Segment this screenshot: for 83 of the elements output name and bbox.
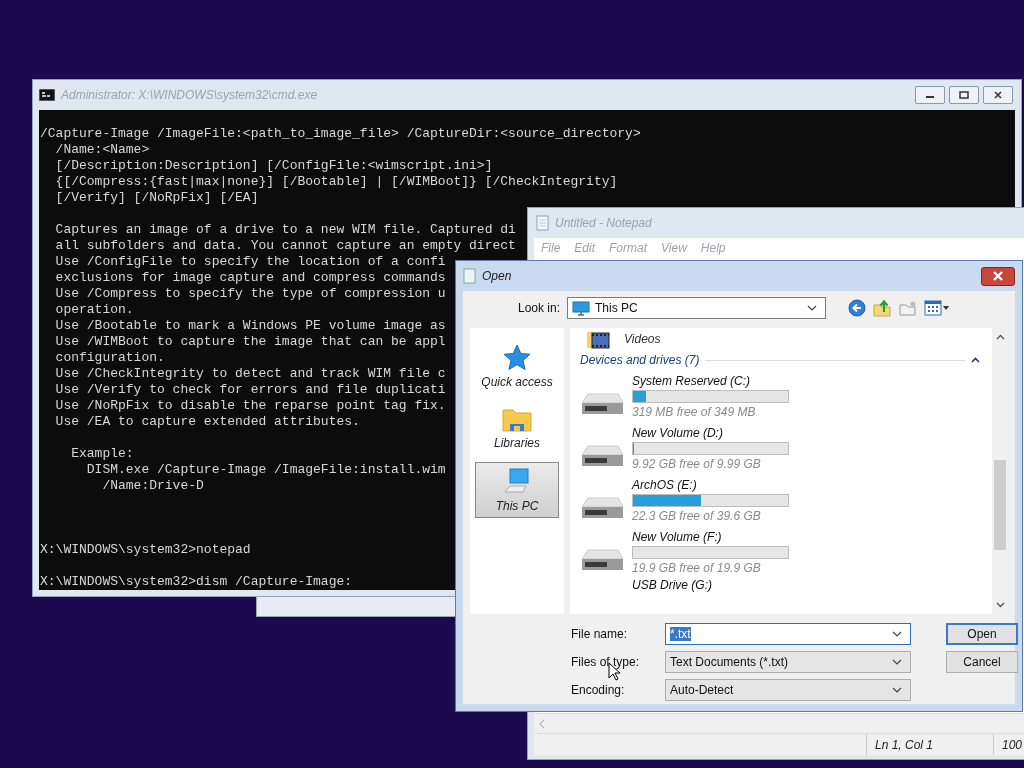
chevron-down-icon xyxy=(807,305,817,311)
field-label: Files of type: xyxy=(571,655,641,669)
place-item[interactable]: This PC xyxy=(475,462,559,518)
field-label: Encoding: xyxy=(571,683,626,697)
window-title: Administrator: X:\WINDOWS\system32\cmd.exe xyxy=(61,88,318,102)
console-text: /Capture-Image /ImageFile:<path_to_image_file> /CaptureDir:<source_directory> xyxy=(40,126,641,142)
console-text: operation. xyxy=(54,302,134,318)
console-text: Use /WIMBoot to capture the image that can be appl xyxy=(54,334,446,350)
look-in-dropdown[interactable]: This PC xyxy=(567,297,826,319)
close-button[interactable] xyxy=(983,86,1013,104)
cursor-position: Ln 1, Col 1 xyxy=(866,734,993,755)
up-folder-icon[interactable] xyxy=(872,299,892,317)
maximize-button[interactable] xyxy=(949,86,979,104)
computer-icon xyxy=(572,300,590,316)
console-text: configuration. xyxy=(54,350,165,366)
scroll-thumb[interactable] xyxy=(994,460,1006,550)
console-text: Use /Compress to specify the type of compression u xyxy=(54,286,446,302)
folder-icon xyxy=(502,406,532,432)
console-text: {[/Compress:{fast|max|none}] [/Bootable] | [/WIMBoot]} [/CheckIntegrity] xyxy=(54,174,618,190)
window-title: Untitled - Notepad xyxy=(555,216,652,230)
field-label: File name: xyxy=(571,627,629,641)
notepad-icon xyxy=(536,215,549,231)
console-text: /Name:<Name> xyxy=(54,142,150,158)
minimize-button[interactable] xyxy=(915,86,945,104)
folder-name[interactable]: Videos xyxy=(624,332,661,346)
drive-icon xyxy=(580,444,624,468)
console-text: Use /NoRpFix to disable the reparse point tag fix. xyxy=(54,398,446,414)
chevron-down-icon xyxy=(892,659,902,665)
drive-icon xyxy=(580,392,624,416)
view-menu-icon[interactable] xyxy=(924,300,950,316)
close-icon xyxy=(992,271,1004,281)
drive-icon xyxy=(580,496,624,520)
chevron-down-icon xyxy=(892,631,902,637)
collapse-icon[interactable] xyxy=(971,357,980,363)
free-space: 22.3 GB free of 39.6 GB xyxy=(632,508,762,523)
console-icon xyxy=(39,89,55,101)
dialog-button[interactable]: Cancel xyxy=(946,651,1018,673)
console-text: exclusions for image capture and compress commands xyxy=(54,270,446,286)
star-icon xyxy=(503,343,531,371)
drive-name[interactable]: New Volume (D:) xyxy=(632,425,789,440)
drive-name[interactable]: New Volume (F:) xyxy=(632,529,789,544)
file-name-field[interactable]: *.txt xyxy=(665,623,911,645)
maximize-icon xyxy=(959,91,969,99)
console-text: Use /EA to capture extended attributes. xyxy=(54,414,360,430)
console-text: Use /Verify to check for errors and file duplicati xyxy=(54,382,446,398)
document-icon xyxy=(463,268,476,284)
console-text: Captures an image of a drive to a new WIM file. Captured di xyxy=(54,222,516,238)
scroll-up-icon[interactable] xyxy=(995,334,1005,340)
console-text: [/Verify] [/NoRpFix] [/EA] xyxy=(54,190,259,206)
console-text: Use /ConfigFile to specify the location of a confi xyxy=(54,254,446,270)
horizontal-scrollbar[interactable] xyxy=(534,713,1024,733)
console-text: Example: xyxy=(70,446,134,462)
console-text: /Name:Drive-D xyxy=(101,478,204,494)
computer-icon xyxy=(503,467,531,495)
command-line: X:\WINDOWS\system32>notepad xyxy=(40,542,251,558)
console-text: all subfolders and data. You cannot capture an empty direct xyxy=(54,238,516,254)
close-icon xyxy=(993,91,1003,99)
free-space: 9.92 GB free of 9.99 GB xyxy=(632,456,762,471)
back-icon[interactable] xyxy=(848,299,866,317)
console-text: Use /CheckIntegrity to detect and track WIM file c xyxy=(54,366,446,382)
free-space: 19.9 GB free of 19.9 GB xyxy=(632,560,762,575)
drive-name[interactable]: ArchOS (E:) xyxy=(632,477,789,492)
zoom-level: 100 xyxy=(993,734,1023,755)
place-item[interactable]: Quick access xyxy=(475,338,559,394)
look-in-label: Look in: xyxy=(516,301,560,315)
console-text: [/Description:Description] [/ConfigFile:<wimscript.ini>] xyxy=(54,158,493,174)
video-folder-icon xyxy=(586,329,610,349)
close-button[interactable] xyxy=(981,266,1015,286)
dialog-title: Open xyxy=(482,269,512,283)
free-space: 319 MB free of 349 MB xyxy=(632,404,757,419)
drive-name[interactable]: System Reserved (C:) xyxy=(632,373,789,388)
console-text: Use /Bootable to mark a Windows PE volume image as xyxy=(54,318,446,334)
drive-icon xyxy=(580,548,624,572)
dropdown[interactable]: Auto-Detect xyxy=(665,679,911,701)
chevron-down-icon xyxy=(892,687,902,693)
command-line: X:\WINDOWS\system32>dism /Capture-Image: xyxy=(40,574,353,590)
drive-name[interactable]: USB Drive (G:) xyxy=(632,578,712,592)
group-header[interactable]: Devices and drives (7) xyxy=(580,353,700,367)
scroll-down-icon[interactable] xyxy=(995,602,1005,608)
console-text: DISM.exe /Capture-Image /ImageFile:install.wim xyxy=(85,462,446,478)
dialog-button[interactable]: Open xyxy=(946,623,1018,645)
dropdown[interactable]: Text Documents (*.txt) xyxy=(665,651,911,673)
place-item[interactable]: Libraries xyxy=(475,400,559,456)
